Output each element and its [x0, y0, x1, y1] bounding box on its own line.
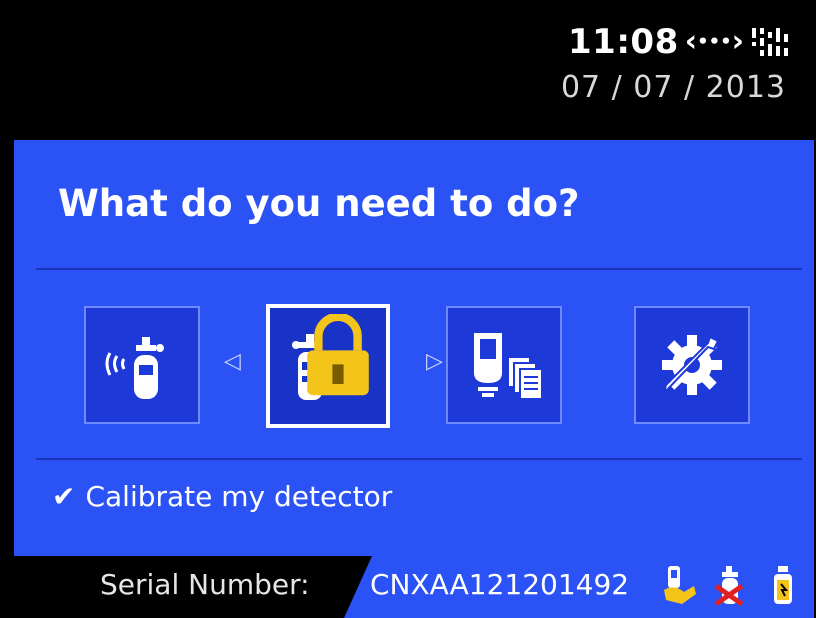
- bottle-status-icon: [774, 566, 792, 604]
- status-icons: [660, 564, 802, 606]
- task-menu-panel: What do you need to do? ◁ ▷ ✔ Calibrate …: [14, 140, 814, 556]
- divider: [36, 458, 802, 460]
- tools-settings-icon: [662, 335, 722, 397]
- cylinder-error-icon: [714, 566, 744, 606]
- calibrate-option[interactable]: [266, 304, 390, 428]
- date-display: 07 / 07 / 2013: [560, 70, 786, 105]
- page-title: What do you need to do?: [58, 182, 580, 225]
- detector-reports-icon: [474, 333, 543, 400]
- signal-strength-icon: [752, 28, 788, 56]
- selected-option-label: Calibrate my detector: [85, 480, 393, 513]
- bump-test-option[interactable]: [84, 306, 200, 424]
- wireless-gas-cylinder-icon: [105, 337, 164, 399]
- reports-option[interactable]: [446, 306, 562, 424]
- time-display: 11:08: [568, 22, 679, 62]
- settings-option[interactable]: [634, 306, 750, 424]
- previous-option-arrow-icon[interactable]: ◁: [224, 349, 241, 374]
- clock-row: 11:08 ‹•••›: [568, 22, 790, 62]
- hand-detector-icon: [664, 566, 696, 604]
- lock-icon: [307, 314, 369, 396]
- footer-bar: Serial Number: CNXAA121201492: [14, 556, 814, 618]
- selected-option-description: ✔ Calibrate my detector: [52, 480, 392, 513]
- next-option-arrow-icon[interactable]: ▷: [426, 349, 443, 374]
- serial-number-value: CNXAA121201492: [370, 568, 630, 601]
- checkmark-icon: ✔: [52, 480, 76, 513]
- divider: [36, 268, 802, 270]
- serial-number-label: Serial Number:: [100, 568, 310, 601]
- status-bar: 11:08 ‹•••› 07 / 07 / 2013: [0, 0, 816, 140]
- network-connection-icon: ‹•••›: [684, 24, 744, 59]
